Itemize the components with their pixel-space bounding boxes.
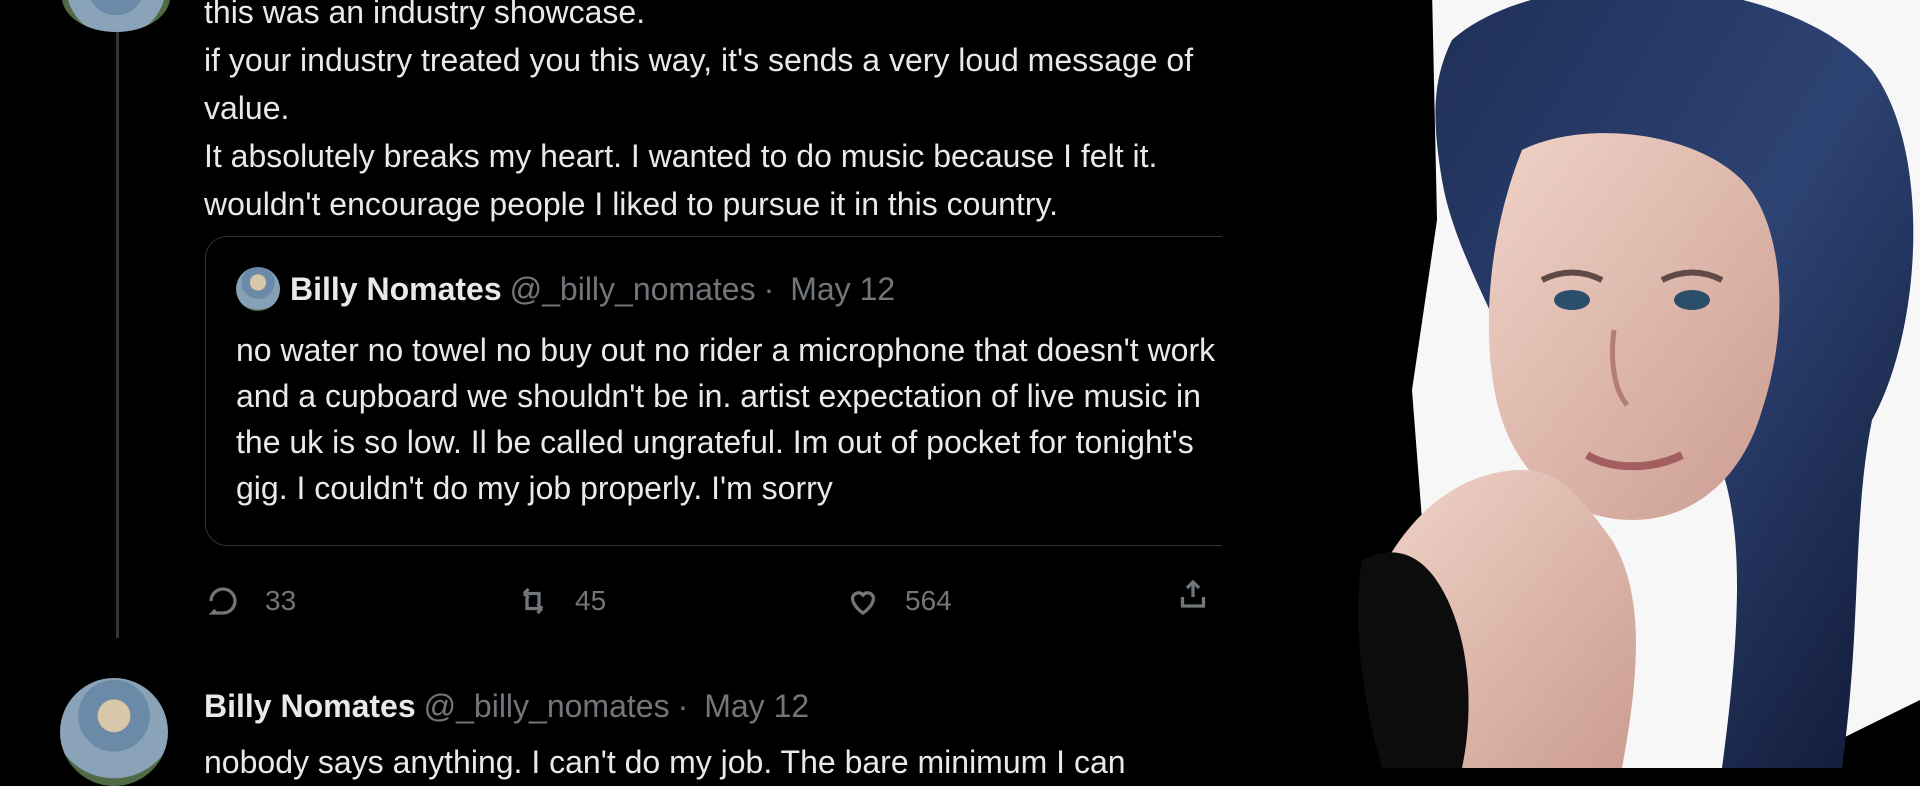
reply-button[interactable]: 33	[205, 576, 296, 626]
retweet-icon	[522, 587, 544, 615]
quoted-line: the uk is so low. Il be called ungratefu…	[236, 424, 1194, 460]
retweet-count: 45	[575, 585, 607, 616]
quoted-tweet-header: Billy Nomates @_billy_nomates · May 12	[236, 267, 895, 311]
tweet-line: wouldn't encourage people I liked to pur…	[204, 186, 1059, 222]
tweet-line: if your industry treated you this way, i…	[204, 42, 1194, 78]
author-name[interactable]: Billy Nomates	[204, 683, 416, 729]
quoted-line: no water no towel no buy out no rider a …	[236, 332, 1216, 368]
quoted-author-handle[interactable]: @_billy_nomates	[510, 269, 756, 309]
tweet-line: value.	[204, 90, 290, 126]
retweet-button[interactable]: 45	[515, 576, 606, 626]
quoted-line: gig. I couldn't do my job properly. I'm …	[236, 470, 833, 506]
separator-dot: ·	[763, 271, 775, 307]
quoted-tweet-text: no water no towel no buy out no rider a …	[236, 327, 1215, 511]
avatar[interactable]	[60, 678, 168, 786]
quoted-date[interactable]: May 12	[790, 269, 895, 309]
avatar[interactable]	[62, 0, 170, 32]
portrait-photo	[1222, 0, 1920, 768]
portrait-illustration	[1222, 0, 1920, 768]
reply-tweet[interactable]: Billy Nomates @_billy_nomates · May 12 n…	[204, 683, 1126, 785]
thread-line	[116, 30, 119, 638]
like-button[interactable]: 564	[845, 576, 952, 626]
quoted-tweet-card[interactable]: Billy Nomates @_billy_nomates · May 12 n…	[205, 236, 1357, 546]
reply-icon	[208, 587, 237, 615]
quoted-avatar	[236, 267, 280, 311]
heart-icon	[850, 591, 876, 615]
quoted-line: and a cupboard we shouldn't be in. artis…	[236, 378, 1201, 414]
like-count: 564	[905, 585, 952, 616]
tweet-line: this was an industry showcase.	[204, 0, 646, 30]
reply-count: 33	[265, 585, 297, 616]
tweet-line: It absolutely breaks my heart. I wanted …	[204, 138, 1158, 174]
reply-text: nobody says anything. I can't do my job.…	[204, 744, 1126, 780]
tweet-actions: 33 45 564	[205, 576, 1305, 626]
share-icon	[1180, 579, 1206, 608]
tweet-date[interactable]: May 12	[704, 683, 809, 729]
author-handle[interactable]: @_billy_nomates	[424, 683, 670, 729]
reply-header: Billy Nomates @_billy_nomates · May 12	[204, 683, 1126, 729]
quoted-author-name[interactable]: Billy Nomates	[290, 269, 502, 309]
tweet-text: this was an industry showcase. if your i…	[204, 0, 1193, 228]
separator-dot: ·	[677, 688, 689, 724]
